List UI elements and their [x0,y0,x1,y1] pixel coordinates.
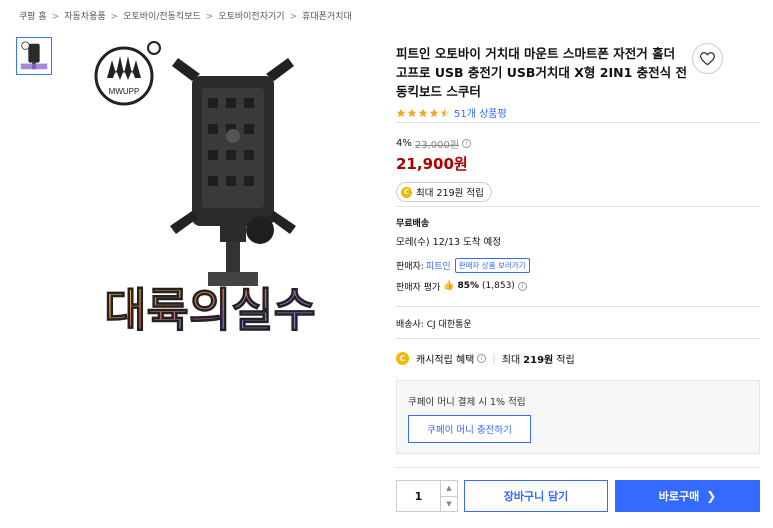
seller-name-link[interactable]: 피트인 [426,259,451,272]
phone-holder-image [170,58,296,286]
info-icon[interactable]: i [462,139,472,148]
info-icon[interactable]: i [477,354,487,363]
coupay-text: 쿠페이 머니 결제 시 1% 적립 [408,397,526,408]
logo-text: MWUPP [109,87,140,96]
watermark-text: 대륙의실수 [104,283,316,337]
star-icon [407,108,417,117]
star-icon [418,108,428,117]
breadcrumb: 쿠팡 홈 > 자동차용품 > 오토바이/전동킥보드 > 오토바이전자기기 > 휴대폰거치대 [19,9,352,22]
seller-rating-row: 판매자 평가 👍 85% (1,853) i [396,279,530,293]
thumbs-up-icon: 👍 [443,281,455,291]
seller-products-button[interactable]: 판매자 상품 보러가기 [454,257,530,273]
divider [396,306,760,307]
breadcrumb-separator: > [110,12,119,22]
reward-badge: C 최대 219원 적립 [396,182,492,202]
coupay-box: 쿠페이 머니 결제 시 1% 적립 쿠페이 머니 충전하기 [396,380,760,454]
shipping-title: 무료배송 [396,219,430,229]
quantity-input[interactable]: 1 [397,481,440,511]
original-price: 23,000원 [414,140,460,151]
rating-row: 51개 상품평 [396,105,688,120]
coin-icon: C [396,352,409,365]
price-section: 4% 23,000원 i 21,900원 C 최대 219원 적립 [396,136,492,202]
seller-row: 판매자: 피트인 판매자 상품 보러가기 [396,257,530,273]
discount-row: 4% 23,000원 i [396,136,492,151]
divider [396,467,760,468]
shipping-section: 무료배송 모레(수) 12/13 도착 예정 [396,216,501,248]
breadcrumb-category-auto[interactable]: 자동차용품 [64,12,105,22]
breadcrumb-separator: > [51,12,60,22]
breadcrumb-category-motorcycle[interactable]: 오토바이/전동킥보드 [123,12,201,22]
star-icon [396,108,406,117]
divider [396,122,760,123]
divider [396,338,760,339]
star-half-icon [440,108,450,117]
coin-icon: C [401,186,412,198]
product-title: 피트인 오토바이 거치대 마운트 스마트폰 자전거 홀더 고프로 USB 충전기… [396,46,687,99]
wishlist-button[interactable] [692,43,723,74]
carrier-text: 배송사: CJ 대한통운 [396,320,472,330]
product-thumbnail[interactable] [16,37,52,75]
review-count-link[interactable]: 51개 상품평 [454,105,507,120]
coupay-charge-button[interactable]: 쿠페이 머니 충전하기 [408,415,531,443]
heart-icon [700,51,715,65]
add-to-cart-button[interactable]: 장바구니 담기 [464,480,608,512]
divider [396,206,760,207]
cashback-label: 캐시적립 혜택 [416,355,475,366]
cashback-row: C 캐시적립 혜택 i | 최대 219원 적립 [396,351,575,366]
seller-label: 판매자: [396,261,424,272]
cashback-prefix: 최대 [501,355,521,366]
delivery-eta: 모레(수) 12/13 도착 예정 [396,237,502,248]
seller-rating-percent: 85% [457,281,480,291]
separator: | [492,353,496,364]
quantity-arrows: ▲ ▼ [440,481,457,511]
sale-price: 21,900원 [396,155,468,173]
buy-now-button[interactable]: 바로구매 ❯ [615,480,760,512]
product-main-image[interactable]: MWUPP 대륙의실수 [92,36,332,346]
breadcrumb-separator: > [205,12,214,22]
seller-section: 판매자: 피트인 판매자 상품 보러가기 판매자 평가 👍 85% (1,853… [396,257,530,293]
buy-button-label: 바로구매 [658,490,700,503]
brand-logo: MWUPP [94,41,161,106]
star-icon [429,108,439,117]
cashback-suffix: 적립 [556,355,575,366]
seller-rating-count: (1,853) [482,281,515,291]
star-rating[interactable] [396,108,451,118]
seller-rating-label: 판매자 평가 [396,282,441,293]
breadcrumb-category-electronics[interactable]: 오토바이전자기기 [218,12,284,22]
quantity-stepper[interactable]: 1 ▲ ▼ [396,480,458,512]
cart-button-label: 장바구니 담기 [503,490,569,503]
breadcrumb-category-phone-holder[interactable]: 휴대폰거치대 [302,12,352,22]
thumbnail-image [20,41,48,70]
chevron-right-icon: ❯ [706,489,717,503]
chevron-up-icon[interactable]: ▲ [441,481,457,497]
breadcrumb-home[interactable]: 쿠팡 홈 [19,12,47,22]
discount-rate: 4% [396,138,412,149]
chevron-down-icon[interactable]: ▼ [441,497,457,512]
product-header: 피트인 오토바이 거치대 마운트 스마트폰 자전거 홀더 고프로 USB 충전기… [396,44,688,120]
breadcrumb-separator: > [289,12,298,22]
reward-text: 최대 219원 적립 [416,188,484,199]
cashback-amount: 219원 [523,355,554,366]
info-icon[interactable]: i [517,281,527,291]
